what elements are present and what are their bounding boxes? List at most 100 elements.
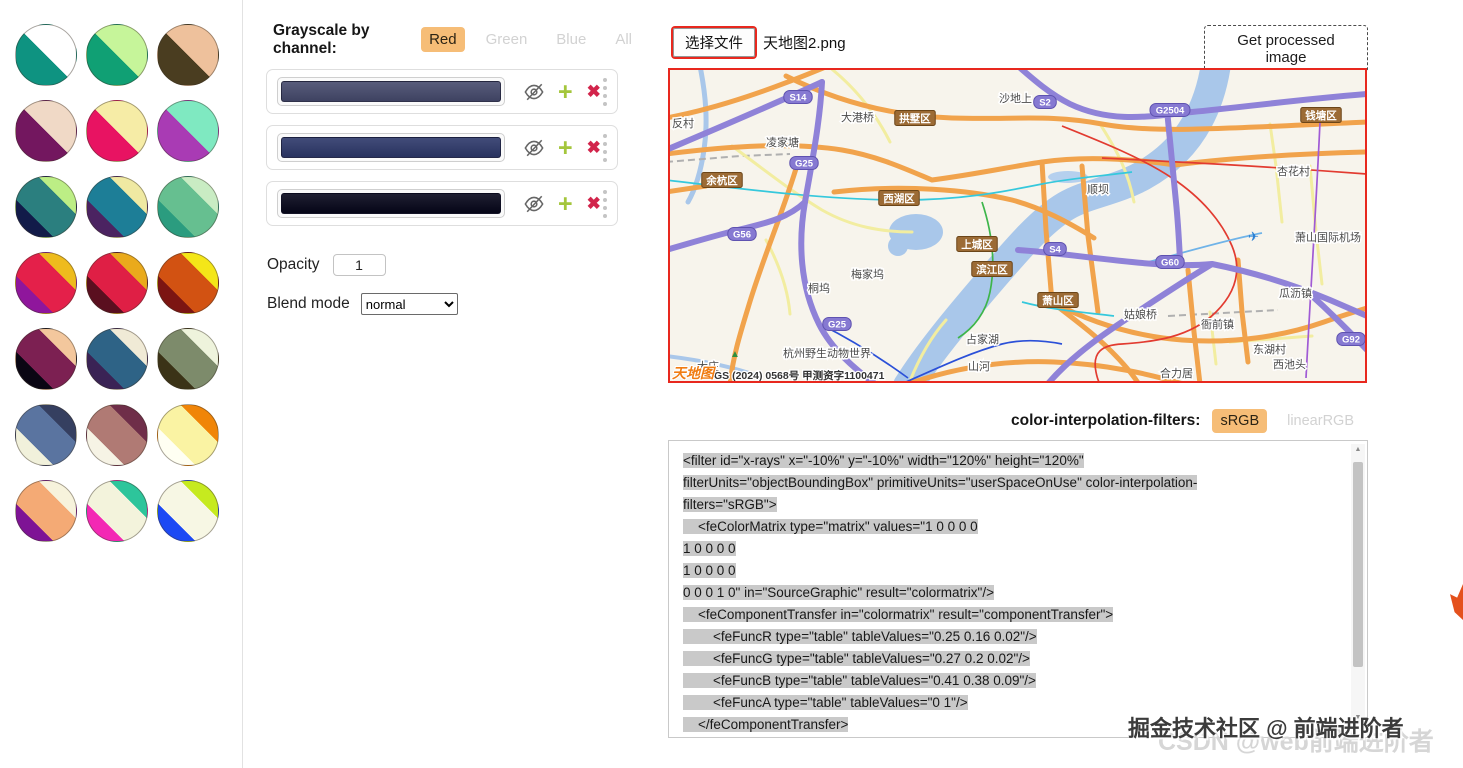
code-line: filters="sRGB"> — [683, 497, 777, 512]
scrollbar-track[interactable] — [1353, 456, 1363, 712]
palette-swatch[interactable] — [157, 480, 219, 542]
filter-code-block[interactable]: <filter id="x-rays" x="-10%" y="-10%" wi… — [668, 440, 1368, 738]
map-place-label: 梅家坞 — [851, 267, 884, 281]
scrollbar-thumb[interactable] — [1353, 462, 1363, 667]
palette-swatch[interactable] — [15, 24, 77, 86]
road-shield-label: G60 — [1161, 258, 1179, 269]
palette-swatch[interactable] — [157, 24, 219, 86]
gradient-stop-list: + ✖ + ✖ + ✖ — [244, 69, 640, 226]
map-attribution: GS (2024) 0568号 甲测资字1100471 — [714, 369, 885, 381]
palette-swatch[interactable] — [15, 252, 77, 314]
palette-swatch[interactable] — [157, 252, 219, 314]
add-stop-button[interactable]: + — [558, 135, 573, 160]
map-place-label: 顺坝 — [1087, 182, 1109, 196]
map-place-label: 沙地上 — [999, 92, 1032, 105]
add-stop-button[interactable]: + — [558, 191, 573, 216]
airport-plane-icon: ✈ — [1248, 229, 1259, 244]
palette-swatch[interactable] — [86, 328, 148, 390]
filter-code-lines: <filter id="x-rays" x="-10%" y="-10%" wi… — [683, 450, 1337, 736]
drag-handle[interactable] — [603, 133, 607, 162]
palette-swatch[interactable] — [15, 480, 77, 542]
channel-button-all[interactable]: All — [607, 27, 640, 52]
code-line: <feFuncG type="table" tableValues="0.27 … — [683, 651, 1030, 666]
opacity-input[interactable] — [332, 254, 386, 276]
zoo-tree-icon: ▲ — [730, 349, 740, 360]
scrollbar-up-arrow[interactable]: ▲ — [1355, 444, 1362, 456]
map-place-label: 瓜沥镇 — [1279, 286, 1312, 300]
code-line: 0 0 0 1 0" in="SourceGraphic" result="co… — [683, 585, 994, 600]
channel-controls-panel: Grayscale by channel: Red Green Blue All + ✖… — [244, 0, 640, 315]
district-badge-label: 上城区 — [961, 238, 993, 251]
visibility-toggle-icon[interactable] — [522, 194, 546, 214]
color-interpolation-label: color-interpolation-filters: — [1010, 412, 1201, 429]
palette-swatch[interactable] — [86, 480, 148, 542]
gradient-bar-fill — [281, 81, 501, 102]
gradient-stop-card: + ✖ — [266, 125, 618, 170]
code-line: filterUnits="objectBoundingBox" primitiv… — [683, 475, 1198, 490]
palette-swatch[interactable] — [157, 328, 219, 390]
get-processed-image-button[interactable]: Get processed image — [1204, 25, 1368, 73]
gradient-bar[interactable] — [277, 133, 505, 162]
code-line: 1 0 0 0 0 — [683, 563, 736, 578]
grayscale-filter-app: Grayscale by channel: Red Green Blue All + ✖… — [0, 0, 1463, 768]
channel-button-blue[interactable]: Blue — [548, 27, 594, 52]
watermark-juejin: 掘金技术社区 @ 前端进阶者 — [1128, 716, 1404, 741]
drag-handle[interactable] — [603, 77, 607, 106]
palette-swatch[interactable] — [86, 252, 148, 314]
palette-swatch[interactable] — [15, 404, 77, 466]
map-place-label: 西池头 — [1273, 358, 1306, 371]
palette-swatch[interactable] — [86, 404, 148, 466]
palette-swatch[interactable] — [86, 100, 148, 162]
palette-swatch[interactable] — [157, 404, 219, 466]
code-line: 1 0 0 0 0 — [683, 541, 736, 556]
add-stop-button[interactable]: + — [558, 79, 573, 104]
channel-title: Grayscale by channel: — [273, 22, 370, 57]
gradient-bar[interactable] — [277, 77, 505, 106]
map-place-label: 凌家塘 — [766, 135, 799, 149]
district-badge-label: 滨江区 — [976, 263, 1008, 276]
map-place-label: 反村 — [672, 116, 694, 130]
palette-swatch[interactable] — [15, 176, 77, 238]
road-shield-label: S2 — [1039, 98, 1051, 109]
map-provider-logo: 天地图 — [672, 365, 716, 381]
channel-button-green[interactable]: Green — [478, 27, 536, 52]
gradient-bar-fill — [281, 193, 501, 214]
remove-stop-button[interactable]: ✖ — [587, 194, 601, 214]
code-line: <filter id="x-rays" x="-10%" y="-10%" wi… — [683, 453, 1084, 468]
remove-stop-button[interactable]: ✖ — [587, 82, 601, 102]
drag-handle[interactable] — [603, 189, 607, 218]
road-shield-label: G56 — [733, 230, 751, 241]
palette-swatch[interactable] — [157, 100, 219, 162]
code-line: <feFuncB type="table" tableValues="0.41 … — [683, 673, 1036, 688]
palette-swatch[interactable] — [157, 176, 219, 238]
road-shield-label: G92 — [1342, 335, 1360, 346]
visibility-toggle-icon[interactable] — [522, 138, 546, 158]
opacity-label: Opacity — [267, 256, 320, 273]
file-input-highlight: 选择文件 — [673, 28, 755, 57]
selected-filename: 天地图2.png — [763, 35, 846, 52]
blend-mode-select[interactable]: normal — [360, 293, 458, 315]
palette-swatch[interactable] — [15, 100, 77, 162]
channel-header: Grayscale by channel: Red Green Blue All — [273, 22, 640, 58]
code-scrollbar[interactable]: ▲ ▼ — [1351, 444, 1365, 724]
palette-sidebar — [0, 0, 243, 768]
gradient-bar[interactable] — [277, 189, 505, 218]
palette-grid — [15, 24, 242, 542]
choose-file-button[interactable]: 选择文件 — [673, 28, 755, 57]
cif-option-srgb[interactable]: sRGB — [1212, 409, 1268, 433]
district-badge-label: 拱墅区 — [899, 112, 931, 125]
remove-stop-button[interactable]: ✖ — [587, 138, 601, 158]
road-shield-label: S4 — [1049, 245, 1061, 256]
map-preview: ✈ ▲ S14 G25 G56 G25 S2 G2504 S4 G60 G92 拱墅区 钱塘区余杭区… — [663, 49, 1370, 401]
watermark-logo-fragment — [1450, 584, 1463, 620]
channel-button-red[interactable]: Red — [421, 27, 465, 52]
map-place-label: 山河 — [968, 360, 990, 373]
district-badge-label: 萧山区 — [1042, 294, 1074, 307]
palette-swatch[interactable] — [86, 24, 148, 86]
palette-swatch[interactable] — [86, 176, 148, 238]
palette-swatch[interactable] — [15, 328, 77, 390]
visibility-toggle-icon[interactable] — [522, 82, 546, 102]
cif-option-linearrgb[interactable]: linearRGB — [1279, 409, 1362, 433]
district-badge-label: 钱塘区 — [1305, 109, 1337, 122]
road-shield-label: G2504 — [1156, 106, 1185, 117]
